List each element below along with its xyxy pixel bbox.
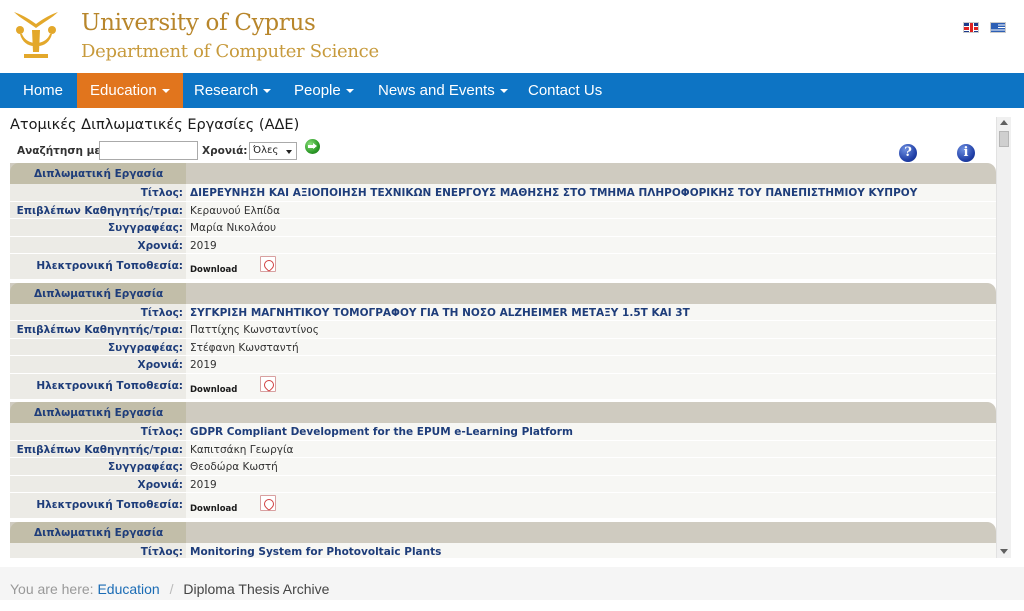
year-select[interactable]: Όλες: [249, 142, 297, 160]
scroll-up-icon[interactable]: [1000, 120, 1008, 125]
site-header: University of Cyprus Department of Compu…: [0, 0, 1024, 73]
thesis-author: Στέφανη Κωνσταντή: [190, 341, 299, 354]
nav-people[interactable]: People: [281, 73, 367, 108]
thesis-supervisor: Καπιτσάκη Γεωργία: [190, 443, 294, 456]
location-row: Ηλεκτρονική Τοποθεσία: Download: [10, 373, 996, 400]
chevron-down-icon: [345, 89, 354, 94]
thesis-title: GDPR Compliant Development for the EPUM …: [190, 426, 573, 438]
title-row: Τίτλος: ΣΥΓΚΡΙΣΗ ΜΑΓΝΗΤΙΚΟΥ ΤΟΜΟΓΡΑΦΟΥ ΓΙ…: [10, 303, 996, 321]
search-label: Αναζήτηση με: [17, 145, 101, 157]
breadcrumb: You are here: Education / Diploma Thesis…: [0, 567, 1024, 600]
thesis-year: 2019: [190, 478, 217, 491]
university-name[interactable]: University of Cyprus: [81, 10, 316, 36]
university-logo-icon[interactable]: [10, 8, 62, 60]
thesis-title: ΣΥΓΚΡΙΣΗ ΜΑΓΝΗΤΙΚΟΥ ΤΟΜΟΓΡΑΦΟΥ ΓΙΑ ΤΗ ΝΟ…: [190, 306, 690, 319]
year-filter-label: Χρονιά:: [202, 145, 248, 157]
pdf-icon[interactable]: [260, 495, 276, 511]
author-row: Συγγραφέας: Θεοδώρα Κωστή: [10, 458, 996, 476]
nav-home[interactable]: Home: [10, 73, 76, 108]
thesis-year: 2019: [190, 359, 217, 371]
chevron-down-icon: [263, 89, 272, 94]
thesis-record: Διπλωματική Εργασία Τίτλος: Monitoring Sy…: [10, 521, 996, 558]
thesis-records: Διπλωματική Εργασία Τίτλος: ΔΙΕΡΕΥΝΗΣΗ ΚΑ…: [10, 163, 996, 558]
record-header: Διπλωματική Εργασία: [10, 521, 996, 543]
nav-contact-us[interactable]: Contact Us: [515, 73, 615, 108]
title-row: Τίτλος: GDPR Compliant Development for th…: [10, 423, 996, 441]
chevron-down-icon: [499, 89, 508, 94]
search-bar: Αναζήτηση με Χρονιά: Όλες ? i: [10, 139, 996, 163]
nav-news-and-events[interactable]: News and Events: [365, 73, 521, 108]
download-link[interactable]: Download: [190, 265, 237, 275]
breadcrumb-current: Diploma Thesis Archive: [183, 581, 330, 597]
search-input[interactable]: [99, 141, 198, 160]
breadcrumb-education-link[interactable]: Education: [97, 581, 159, 597]
year-row: Χρονιά: 2019: [10, 236, 996, 254]
breadcrumb-separator: /: [169, 581, 174, 597]
main-navbar: Home Education Research People News and …: [0, 73, 1024, 108]
thesis-year: 2019: [190, 239, 217, 252]
thesis-supervisor: Κεραυνού Ελπίδα: [190, 204, 280, 217]
thesis-title: Monitoring System for Photovoltaic Plant…: [190, 545, 442, 558]
nav-education[interactable]: Education: [77, 73, 183, 108]
chevron-down-icon: [286, 150, 292, 154]
go-arrow-icon[interactable]: [305, 139, 320, 154]
pdf-icon[interactable]: [260, 256, 276, 272]
supervisor-row: Επιβλέπων Καθηγητής/τρια: Καπιτσάκη Γεωργ…: [10, 440, 996, 458]
year-row: Χρονιά: 2019: [10, 475, 996, 493]
nav-research[interactable]: Research: [181, 73, 284, 108]
pdf-icon[interactable]: [260, 375, 276, 392]
thesis-record: Διπλωματική Εργασία Τίτλος: GDPR Complian…: [10, 402, 996, 522]
author-row: Συγγραφέας: Στέφανη Κωνσταντή: [10, 338, 996, 356]
english-flag-icon[interactable]: [963, 22, 979, 33]
chevron-down-icon: [161, 89, 170, 94]
scrollbar-thumb[interactable]: [999, 131, 1009, 147]
author-row: Συγγραφέας: Μαρία Νικολάου: [10, 219, 996, 237]
thesis-title: ΔΙΕΡΕΥΝΗΣΗ ΚΑΙ ΑΞΙΟΠΟΙΗΣΗ ΤΕΧΝΙΚΩΝ ΕΝΕΡΓ…: [190, 187, 918, 199]
year-row: Χρονιά: 2019: [10, 356, 996, 374]
record-header: Διπλωματική Εργασία: [10, 282, 996, 304]
supervisor-row: Επιβλέπων Καθηγητής/τρια: Κεραυνού Ελπίδα: [10, 201, 996, 219]
record-header: Διπλωματική Εργασία: [10, 402, 996, 423]
location-row: Ηλεκτρονική Τοποθεσία: Download: [10, 254, 996, 280]
scroll-down-icon[interactable]: [1000, 549, 1008, 554]
location-row: Ηλεκτρονική Τοποθεσία: Download: [10, 493, 996, 519]
department-name[interactable]: Department of Computer Science: [81, 41, 379, 62]
greek-flag-icon[interactable]: [990, 22, 1006, 33]
thesis-author: Θεοδώρα Κωστή: [190, 461, 278, 473]
thesis-record: Διπλωματική Εργασία Τίτλος: ΔΙΕΡΕΥΝΗΣΗ ΚΑ…: [10, 163, 996, 283]
thesis-author: Μαρία Νικολάου: [190, 222, 277, 234]
title-row: Τίτλος: Monitoring System for Photovoltai…: [10, 542, 996, 558]
download-link[interactable]: Download: [190, 385, 237, 395]
record-header: Διπλωματική Εργασία: [10, 163, 996, 184]
content-scrollbar[interactable]: [996, 117, 1011, 558]
help-icon[interactable]: ?: [899, 144, 917, 162]
breadcrumb-prefix: You are here:: [10, 581, 94, 597]
supervisor-row: Επιβλέπων Καθηγητής/τρια: Παττίχης Κωνστα…: [10, 321, 996, 339]
thesis-record: Διπλωματική Εργασία Τίτλος: ΣΥΓΚΡΙΣΗ ΜΑΓΝ…: [10, 282, 996, 403]
download-link[interactable]: Download: [190, 504, 237, 514]
title-row: Τίτλος: ΔΙΕΡΕΥΝΗΣΗ ΚΑΙ ΑΞΙΟΠΟΙΗΣΗ ΤΕΧΝΙΚΩ…: [10, 184, 996, 202]
thesis-list-frame: Αναζήτηση με Χρονιά: Όλες ? i Διπλωματικ…: [10, 136, 996, 558]
info-icon[interactable]: i: [957, 144, 975, 162]
page-title: Ατομικές Διπλωματικές Εργασίες (ΑΔΕ): [10, 117, 300, 133]
thesis-supervisor: Παττίχης Κωνσταντίνος: [190, 324, 319, 336]
